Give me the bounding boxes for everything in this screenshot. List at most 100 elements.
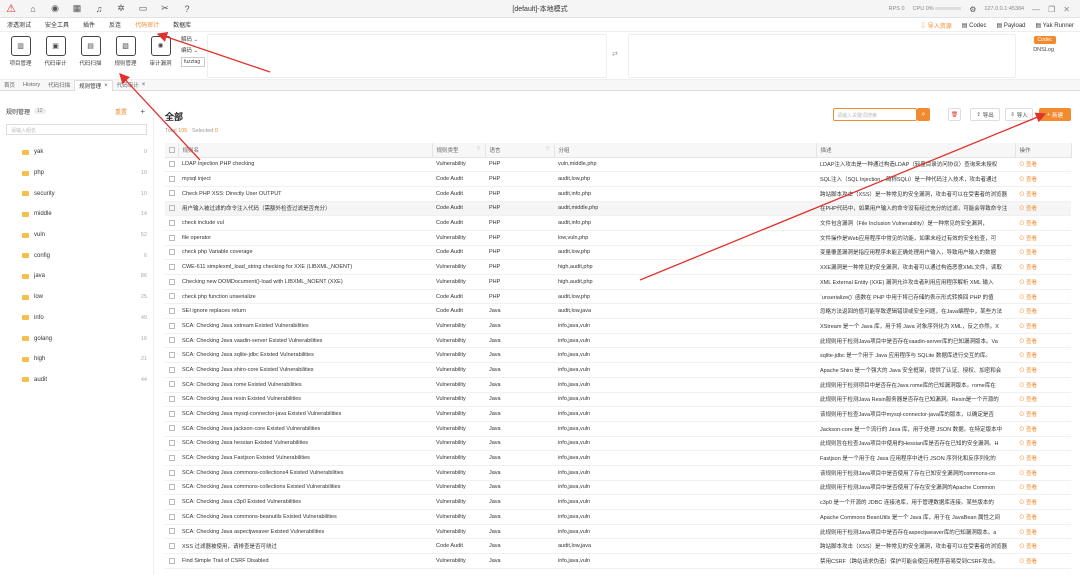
row-checkbox[interactable] [169,381,175,388]
row-checkbox[interactable] [169,513,175,520]
bell-icon[interactable]: ♫ [88,0,110,18]
group-item[interactable]: audit 44 [0,370,153,391]
view-button[interactable]: ⊙ 查看 [1015,465,1071,481]
tool-scan[interactable]: ▤ 代码扫描 [74,36,107,79]
view-button[interactable]: ⊙ 查看 [1015,245,1071,261]
payload-button[interactable]: ▤ Payload [996,22,1025,29]
group-item[interactable]: yak 0 [0,142,153,163]
group-item[interactable]: middle 14 [0,204,153,225]
view-button[interactable]: ⊙ 查看 [1015,259,1071,275]
view-button[interactable]: ⊙ 查看 [1015,157,1071,173]
rule-search-input[interactable]: 请输入关键词搜索 [833,108,917,121]
row-checkbox[interactable] [169,366,175,373]
table-row[interactable]: Check PHP XSS: Directly User OUTPUT Code … [165,186,1071,202]
row-checkbox[interactable] [169,234,175,241]
bug-settings-icon[interactable]: ✲ [110,0,132,18]
table-row[interactable]: SCA: Checking Java rome Existed Vulnerab… [165,377,1071,393]
table-row[interactable]: SCA: Checking Java xstream Existed Vulne… [165,318,1071,334]
tool-audit[interactable]: ▣ 代码审计 [39,36,72,79]
group-item[interactable]: vuln 52 [0,225,153,246]
close-button[interactable]: ✕ [1063,5,1070,14]
table-row[interactable]: SCA: Checking Java hessian Existed Vulne… [165,436,1071,452]
row-checkbox[interactable] [169,542,175,549]
table-row[interactable]: SCA: Checking Java aspectjweaver Existed… [165,524,1071,540]
tool-rules[interactable]: ▧ 规则管理 [109,36,142,79]
group-item[interactable]: php 10 [0,163,153,184]
view-button[interactable]: ⊙ 查看 [1015,436,1071,452]
row-checkbox[interactable] [169,190,175,197]
search-icon[interactable]: ⌕ [917,108,930,121]
fuzztag-button[interactable]: fuzztag [181,57,205,67]
tool-project[interactable]: ▥ 项目管理 [4,36,37,79]
codec-output-panel[interactable] [628,34,1016,78]
group-item[interactable]: golang 16 [0,328,153,349]
group-item[interactable]: high 21 [0,349,153,370]
table-row[interactable]: SCA: Checking Java commons-collections E… [165,480,1071,496]
view-button[interactable]: ⊙ 查看 [1015,171,1071,187]
table-row[interactable]: Checking new DOMDocument()-load with LIB… [165,274,1071,290]
row-checkbox[interactable] [169,440,175,447]
view-button[interactable]: ⊙ 查看 [1015,421,1071,437]
codec-input-panel[interactable] [207,34,607,78]
row-checkbox[interactable] [169,352,175,359]
row-checkbox[interactable] [169,396,175,403]
yak-runner-button[interactable]: ▤ Yak Runner [1036,22,1074,29]
table-row[interactable]: SCA: Checking Java shiro-core Existed Vu… [165,362,1071,378]
view-button[interactable]: ⊙ 查看 [1015,230,1071,246]
view-button[interactable]: ⊙ 查看 [1015,377,1071,393]
menu-item-4[interactable]: 代码审计 [128,20,166,29]
row-checkbox[interactable] [169,425,175,432]
menu-item-0[interactable]: 渗透测试 [0,20,38,29]
view-button[interactable]: ⊙ 查看 [1015,186,1071,202]
row-checkbox[interactable] [169,219,175,226]
swap-icon[interactable]: ⇄ [612,50,618,58]
row-checkbox[interactable] [169,161,175,168]
view-button[interactable]: ⊙ 查看 [1015,215,1071,231]
row-checkbox[interactable] [169,322,175,329]
table-row[interactable]: SCA: Checking Java commons-beanutils Exi… [165,509,1071,525]
tool-bug[interactable]: ✺ 审计漏洞 [144,36,177,79]
table-row[interactable]: XSS 过滤器被使用，请排查是否可绕过 Code Audit Java audit,l… [165,538,1071,555]
delete-icon[interactable]: 🗑 [948,108,961,121]
help-icon[interactable]: ? [176,0,198,18]
table-row[interactable]: check php function unserialize Code Audit… [165,289,1071,305]
row-checkbox[interactable] [169,484,175,491]
table-row[interactable]: SCA: Checking Java jackson-core Existed … [165,421,1071,437]
row-checkbox[interactable] [169,528,175,535]
table-row[interactable]: SCA: Checking Java resin Existed Vulnera… [165,392,1071,408]
menu-item-3[interactable]: 反连 [102,20,128,29]
codec-button[interactable]: ▤ Codec [962,22,987,29]
table-row[interactable]: mysql inject Code Audit PHP audit,low,php SQ… [165,171,1071,187]
row-checkbox[interactable] [169,469,175,476]
table-row[interactable]: Find Simple Trail of CSRF Disabled Vulner… [165,553,1071,569]
view-button[interactable]: ⊙ 查看 [1015,303,1071,320]
table-row[interactable]: SCA: Checking Java c3p0 Existed Vulnerab… [165,494,1071,510]
group-item[interactable]: info 49 [0,308,153,329]
row-checkbox[interactable] [169,454,175,461]
import-button[interactable]: ⇩ 导入 [1005,108,1033,121]
table-row[interactable]: file operator Vulnerability PHP low,vuln,ph… [165,230,1071,246]
codec-tag[interactable]: Codec [1033,36,1056,44]
table-row[interactable]: SCA: Checking Java vaadin-server Existed… [165,333,1071,349]
view-button[interactable]: ⊙ 查看 [1015,538,1071,555]
table-row[interactable]: CWE-611 simplexml_load_string checking f… [165,259,1071,275]
home-icon[interactable]: ⌂ [22,0,44,18]
new-rule-button[interactable]: + 新建 [1039,108,1071,121]
col-rule-type[interactable]: 规则类型 ▽ [432,143,486,158]
view-button[interactable]: ⊙ 查看 [1015,347,1071,364]
row-checkbox[interactable] [169,278,175,285]
reset-button[interactable]: 重置 [115,107,127,116]
table-row[interactable]: 用户输入被过滤的命令注入代码（需额外检查过滤是否充分） Code Audit PHP… [165,201,1071,217]
view-button[interactable]: ⊙ 查看 [1015,274,1071,290]
export-button[interactable]: ⇪ 导出 [970,108,1000,121]
user-icon[interactable]: ◉ [44,0,66,18]
view-button[interactable]: ⊙ 查看 [1015,362,1071,378]
view-button[interactable]: ⊙ 查看 [1015,289,1071,305]
group-item[interactable]: security 10 [0,183,153,204]
warning-icon[interactable]: ⚠ [0,0,22,18]
tab-4[interactable]: 代码审计 × [113,80,150,91]
import-resource-button[interactable]: ⇩ 导入资源 [920,21,952,30]
tab-2[interactable]: 代码扫描 [44,80,74,91]
menu-item-2[interactable]: 插件 [76,20,102,29]
menu-item-5[interactable]: 数据库 [166,20,198,29]
